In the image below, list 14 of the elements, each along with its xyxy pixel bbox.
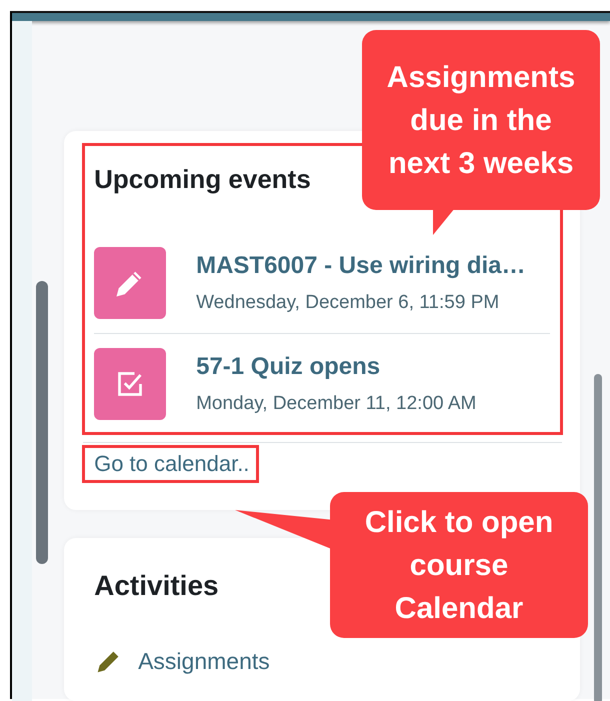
event-title-link[interactable]: 57-1 Quiz opens (196, 353, 476, 381)
card-heading: Activities (94, 570, 220, 602)
callout: Assignments due in the next 3 weeks (362, 30, 600, 210)
card-heading: Upcoming events (94, 164, 312, 195)
scrollbar-thumb[interactable] (36, 281, 48, 564)
event-date: Monday, December 11, 12:00 AM (196, 393, 476, 415)
scrollbar-thumb[interactable] (594, 374, 602, 701)
checkbox-icon (94, 348, 166, 420)
pencil-icon (94, 247, 166, 319)
calendar-link[interactable]: Go to calendar.. (83, 446, 258, 482)
callout: Click to open course Calendar (330, 492, 588, 638)
event-date: Wednesday, December 6, 11:59 PM (196, 292, 500, 314)
event-title-link[interactable]: MAST6007 - Use wiring dia… (196, 252, 526, 280)
activity-link[interactable]: Assignments (138, 648, 270, 674)
